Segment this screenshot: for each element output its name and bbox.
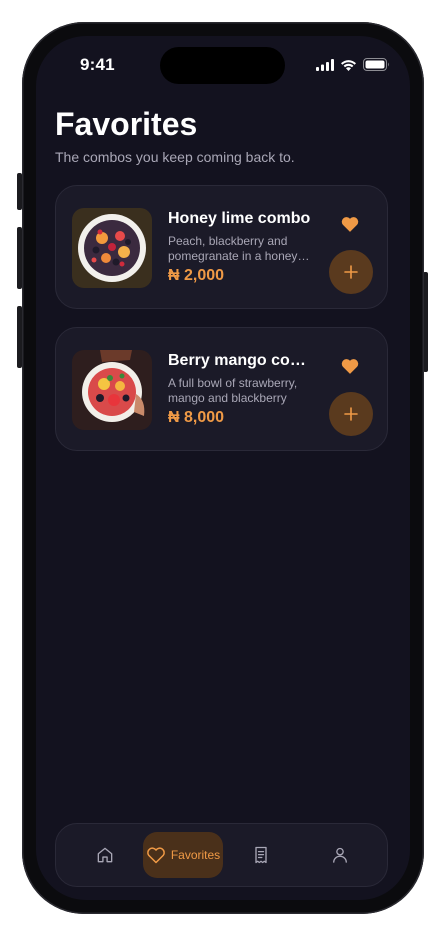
product-name: Berry mango combo: [168, 352, 316, 369]
favorite-card[interactable]: Honey lime combo Peach, blackberry and p…: [55, 185, 388, 309]
page-title: Favorites: [55, 106, 198, 142]
add-to-cart-button[interactable]: [329, 250, 373, 294]
product-price: ₦ 8,000: [168, 409, 225, 426]
favorite-heart-icon[interactable]: [340, 356, 360, 376]
page-subtitle: The combos you keep coming back to.: [55, 149, 295, 165]
heart-icon: [146, 847, 165, 864]
product-description: Peach, blackberry and pomegranate in a h…: [168, 234, 298, 263]
product-image: [72, 350, 152, 430]
nav-favorites-label: Favorites: [170, 848, 221, 862]
product-image: [72, 208, 152, 288]
product-description: A full bowl of strawberry, mango and bla…: [168, 376, 298, 405]
plus-icon: [344, 407, 358, 421]
nav-home[interactable]: [85, 832, 125, 878]
status-icons: [316, 58, 390, 71]
status-time: 9:41: [80, 55, 115, 74]
app-screen: 9:41 Favorites The combos you keep comin…: [36, 36, 410, 900]
fruit-bowl-image: [82, 350, 145, 422]
favorite-card[interactable]: Berry mango combo A full bowl of strawbe…: [55, 327, 388, 451]
nav-orders[interactable]: [241, 832, 281, 878]
wifi-icon: [341, 59, 356, 71]
fruit-bowl-image: [78, 214, 146, 282]
favorite-heart-icon[interactable]: [340, 214, 360, 234]
product-name: Honey lime combo: [168, 210, 311, 227]
profile-icon: [333, 847, 347, 863]
home-icon: [97, 847, 113, 863]
nav-profile[interactable]: [320, 832, 360, 878]
add-to-cart-button[interactable]: [329, 392, 373, 436]
plus-icon: [344, 265, 358, 279]
bottom-nav: Favorites: [55, 823, 388, 887]
product-price: ₦ 2,000: [168, 267, 225, 284]
battery-icon: [363, 58, 389, 71]
receipt-icon: [255, 846, 267, 864]
nav-favorites[interactable]: Favorites: [143, 832, 223, 878]
cellular-signal-icon: [316, 58, 334, 71]
dynamic-island: [160, 47, 285, 84]
